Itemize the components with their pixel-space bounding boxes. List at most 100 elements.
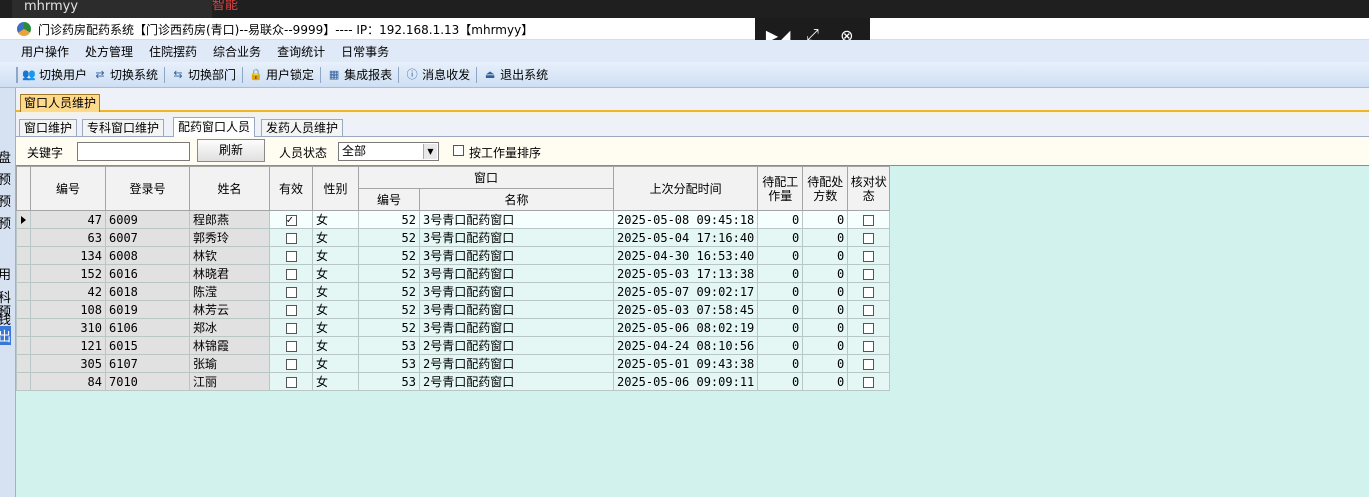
cell-gender[interactable]: 女 (312, 372, 359, 391)
row-indicator[interactable] (16, 372, 31, 391)
toolbar-button-2[interactable]: ⇆ 切换部门 (171, 66, 236, 83)
cell-window-id[interactable]: 53 (358, 354, 420, 373)
check-status-checkbox[interactable] (863, 358, 875, 370)
toolbar-button-5[interactable]: ⓘ 消息收发 (405, 66, 471, 83)
cell-window-id[interactable]: 52 (358, 246, 420, 265)
cell-window-name[interactable]: 3号青口配药窗口 (419, 318, 614, 337)
toolbar-button-1[interactable]: ⇄ 切换系统 (93, 66, 158, 83)
cell-window-name[interactable]: 3号青口配药窗口 (419, 228, 614, 247)
cell-window-id[interactable]: 52 (358, 282, 420, 301)
cell-window-name[interactable]: 3号青口配药窗口 (419, 282, 614, 301)
check-status-checkbox[interactable] (863, 376, 875, 388)
cell-valid[interactable] (269, 210, 313, 229)
valid-checkbox[interactable] (285, 340, 297, 352)
left-nav-item-7[interactable]: 预 (0, 301, 11, 320)
menu-item-2[interactable]: 住院摆药 (149, 43, 197, 60)
toolbar-button-0[interactable]: 👥 切换用户 (22, 66, 87, 83)
check-status-checkbox[interactable] (863, 250, 875, 262)
browser-tab[interactable]: mhrmyy (12, 0, 212, 18)
staff-status-select[interactable]: 全部 ▼ (338, 142, 439, 161)
valid-checkbox[interactable] (285, 232, 297, 244)
refresh-button[interactable]: 刷新 (197, 139, 265, 162)
cell-check-status[interactable] (847, 354, 891, 373)
cell-window-id[interactable]: 53 (358, 372, 420, 391)
check-status-checkbox[interactable] (863, 232, 875, 244)
header-valid[interactable]: 有效 (269, 166, 313, 211)
cell-valid[interactable] (269, 246, 313, 265)
cell-check-status[interactable] (847, 318, 891, 337)
check-status-checkbox[interactable] (863, 304, 875, 316)
cell-window-name[interactable]: 2号青口配药窗口 (419, 372, 614, 391)
keyword-input[interactable] (77, 142, 190, 161)
toolbar-button-3[interactable]: 🔒 用户锁定 (249, 66, 314, 83)
inner-tab-3[interactable]: 发药人员维护 (261, 119, 344, 137)
check-status-checkbox[interactable] (863, 214, 875, 226)
table-row[interactable]: 84 7010 江丽女 53 2号青口配药窗口 2025-05-06 09:09:11 0 0 (16, 372, 891, 391)
valid-checkbox[interactable] (285, 250, 297, 262)
table-row[interactable]: 310 6106 郑冰女 52 3号青口配药窗口 2025-05-06 08:02:19 0… (16, 318, 891, 337)
header-last-time[interactable]: 上次分配时间 (612, 166, 759, 211)
header-gender[interactable]: 性别 (312, 166, 359, 211)
cell-valid[interactable] (269, 372, 313, 391)
header-id[interactable]: 编号 (30, 166, 106, 211)
row-indicator[interactable] (16, 354, 31, 373)
menu-item-4[interactable]: 查询统计 (277, 43, 325, 60)
table-row[interactable]: 42 6018 陈滢女 52 3号青口配药窗口 2025-05-07 09:02:17 0 0 (16, 282, 891, 301)
menu-item-0[interactable]: 用户操作 (21, 43, 69, 60)
cell-valid[interactable] (269, 354, 313, 373)
cell-gender[interactable]: 女 (312, 228, 359, 247)
table-row[interactable]: 152 6016 林晓君 女 52 3号青口配药窗口 2025-05-03 17:13:38… (16, 264, 891, 283)
left-nav-item-2[interactable]: 预 (0, 191, 11, 210)
cell-gender[interactable]: 女 (312, 336, 359, 355)
cell-check-status[interactable] (847, 228, 891, 247)
dropdown-arrow-icon[interactable]: ▼ (423, 144, 437, 159)
menu-item-1[interactable]: 处方管理 (85, 43, 133, 60)
cell-valid[interactable] (269, 336, 313, 355)
cell-gender[interactable]: 女 (312, 210, 359, 229)
cell-window-id[interactable]: 53 (358, 336, 420, 355)
cell-gender[interactable]: 女 (312, 282, 359, 301)
cell-gender[interactable]: 女 (312, 264, 359, 283)
check-status-checkbox[interactable] (863, 286, 875, 298)
header-name[interactable]: 姓名 (189, 166, 270, 211)
valid-checkbox[interactable] (285, 213, 297, 226)
table-row[interactable]: 108 6019 林芳云 女 52 3号青口配药窗口 2025-05-03 07:58:45… (16, 300, 891, 319)
valid-checkbox[interactable] (285, 286, 297, 298)
table-row[interactable]: 121 6015 林锦霞 女 53 2号青口配药窗口 2025-04-24 08:10:56… (16, 336, 891, 355)
row-indicator[interactable] (16, 210, 31, 229)
header-window-id[interactable]: 编号 (358, 188, 420, 211)
cell-check-status[interactable] (847, 300, 891, 319)
cell-window-id[interactable]: 52 (358, 264, 420, 283)
valid-checkbox[interactable] (285, 358, 297, 370)
row-indicator[interactable] (16, 336, 31, 355)
cell-valid[interactable] (269, 264, 313, 283)
row-indicator[interactable] (16, 246, 31, 265)
table-row[interactable]: 134 6008 林钦女 52 3号青口配药窗口 2025-04-30 16:53:40 0… (16, 246, 891, 265)
row-indicator[interactable] (16, 318, 31, 337)
cell-window-name[interactable]: 3号青口配药窗口 (419, 300, 614, 319)
menu-item-3[interactable]: 综合业务 (213, 43, 261, 60)
cell-valid[interactable] (269, 300, 313, 319)
row-indicator[interactable] (16, 300, 31, 319)
valid-checkbox[interactable] (285, 376, 297, 388)
cell-valid[interactable] (269, 228, 313, 247)
menu-item-5[interactable]: 日常事务 (341, 43, 389, 60)
toolbar-button-4[interactable]: ▦ 集成报表 (327, 66, 392, 83)
cell-window-name[interactable]: 2号青口配药窗口 (419, 354, 614, 373)
cell-valid[interactable] (269, 318, 313, 337)
left-nav-item-1[interactable]: 预 (0, 169, 11, 188)
browser-tab-second[interactable]: 智能 (212, 0, 282, 18)
table-row[interactable]: 476009程郎燕女523号青口配药窗口2025-05-08 09:45:180… (16, 210, 891, 229)
valid-checkbox[interactable] (285, 268, 297, 280)
cell-check-status[interactable] (847, 282, 891, 301)
header-login[interactable]: 登录号 (105, 166, 190, 211)
cell-window-id[interactable]: 52 (358, 228, 420, 247)
check-status-checkbox[interactable] (863, 340, 875, 352)
left-nav-item-4[interactable]: 用 (0, 264, 11, 283)
valid-checkbox[interactable] (285, 304, 297, 316)
row-indicator[interactable] (16, 282, 31, 301)
inner-tab-2[interactable]: 配药窗口人员 (173, 117, 256, 138)
header-pending-work[interactable]: 待配工作量 (757, 166, 804, 211)
cell-check-status[interactable] (847, 336, 891, 355)
cell-window-id[interactable]: 52 (358, 300, 420, 319)
